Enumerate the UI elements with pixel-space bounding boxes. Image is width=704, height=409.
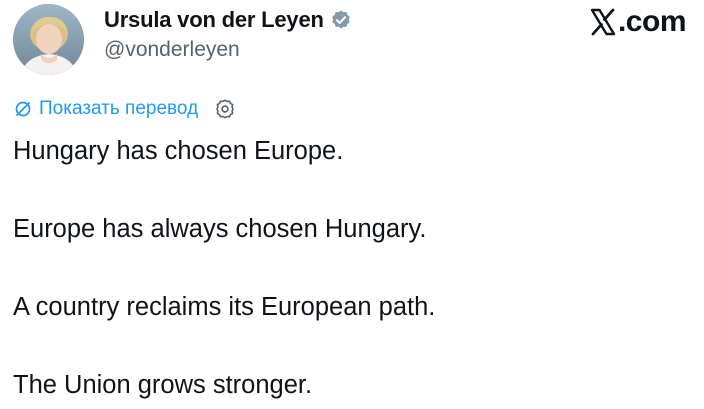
translate-icon (15, 101, 31, 117)
translate-row: Показать перевод (14, 96, 236, 122)
verified-badge-icon (331, 10, 350, 29)
tweet-line: A country reclaims its European path. (13, 293, 436, 321)
gear-icon[interactable] (214, 98, 236, 120)
tweet-line: Europe has always chosen Hungary. (13, 215, 427, 243)
author-row: Ursula von der Leyen (104, 4, 352, 36)
profile-photo (13, 4, 84, 75)
show-translation-link[interactable]: Показать перевод (39, 98, 198, 120)
brand-domain: .com (617, 5, 687, 38)
x-logo-icon (590, 8, 616, 36)
author-handle[interactable]: @vonderleyen (104, 38, 240, 62)
brand-mark: .com (589, 5, 687, 39)
tweet-text: Hungary has chosen Europe. Europe has al… (13, 136, 693, 400)
tweet-line: Hungary has chosen Europe. (13, 137, 344, 165)
avatar[interactable] (13, 4, 84, 75)
author-name[interactable]: Ursula von der Leyen (104, 7, 324, 33)
tweet-line: The Union grows stronger. (13, 371, 313, 399)
tweet-header: Ursula von der Leyen @vonderleyen .com (0, 0, 704, 86)
